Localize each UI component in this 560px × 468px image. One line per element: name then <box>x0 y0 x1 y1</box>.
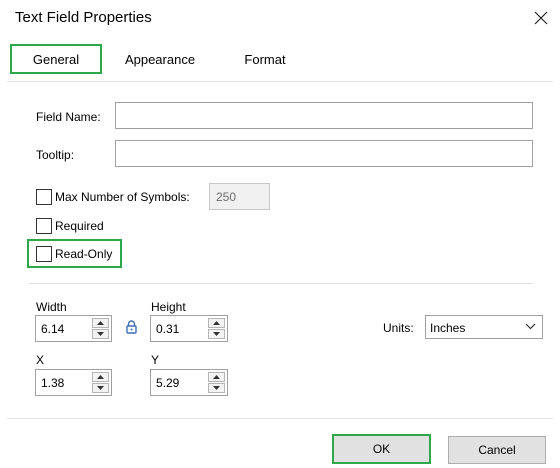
width-decrement-button[interactable] <box>92 329 109 339</box>
spin-down-icon <box>97 386 104 390</box>
y-decrement-button[interactable] <box>208 383 225 393</box>
width-increment-button[interactable] <box>92 318 109 328</box>
height-value: 0.31 <box>156 322 180 336</box>
close-icon <box>534 11 548 25</box>
required-label: Required <box>55 219 104 233</box>
y-value: 5.29 <box>156 376 180 390</box>
readonly-label: Read-Only <box>55 247 113 261</box>
spin-down-icon <box>213 332 220 336</box>
x-decrement-button[interactable] <box>92 383 109 393</box>
y-spinbox[interactable]: 5.29 <box>150 369 228 396</box>
width-value: 6.14 <box>41 322 65 336</box>
spin-up-icon <box>97 321 104 325</box>
units-select[interactable]: Inches <box>425 315 543 339</box>
spin-up-icon <box>213 321 220 325</box>
x-spinbox[interactable]: 1.38 <box>35 369 112 396</box>
spin-up-icon <box>97 375 104 379</box>
ok-button[interactable]: OK <box>332 434 431 464</box>
tooltip-label: Tooltip: <box>36 148 75 162</box>
width-spinbox[interactable]: 6.14 <box>35 315 112 342</box>
units-value: Inches <box>430 321 466 335</box>
max-symbols-checkbox[interactable] <box>36 189 52 205</box>
x-value: 1.38 <box>41 376 65 390</box>
tab-appearance[interactable]: Appearance <box>112 44 208 74</box>
spin-down-icon <box>213 386 220 390</box>
y-increment-button[interactable] <box>208 372 225 382</box>
height-decrement-button[interactable] <box>208 329 225 339</box>
max-symbols-label: Max Number of Symbols: <box>55 190 190 204</box>
close-button[interactable] <box>528 6 554 30</box>
spin-up-icon <box>213 375 220 379</box>
units-label: Units: <box>383 321 414 335</box>
tooltip-input[interactable] <box>115 140 533 167</box>
x-increment-button[interactable] <box>92 372 109 382</box>
y-label: Y <box>151 353 160 367</box>
spin-down-icon <box>97 332 104 336</box>
height-increment-button[interactable] <box>208 318 225 328</box>
max-symbols-input[interactable]: 250 <box>209 183 270 210</box>
readonly-checkbox[interactable] <box>36 246 52 262</box>
field-name-label: Field Name: <box>36 110 101 124</box>
tab-format[interactable]: Format <box>222 44 308 74</box>
chevron-down-icon <box>525 323 536 330</box>
height-label: Height <box>151 300 186 314</box>
width-label: Width <box>36 300 67 314</box>
aspect-lock-button[interactable] <box>126 320 137 337</box>
section-divider <box>29 283 533 284</box>
cancel-button[interactable]: Cancel <box>448 436 546 464</box>
required-checkbox[interactable] <box>36 218 52 234</box>
x-label: X <box>36 353 45 367</box>
height-spinbox[interactable]: 0.31 <box>150 315 228 342</box>
dialog-title: Text Field Properties <box>15 9 152 26</box>
field-name-input[interactable] <box>115 102 533 129</box>
tab-general[interactable]: General <box>10 44 102 74</box>
lock-icon <box>126 320 137 334</box>
